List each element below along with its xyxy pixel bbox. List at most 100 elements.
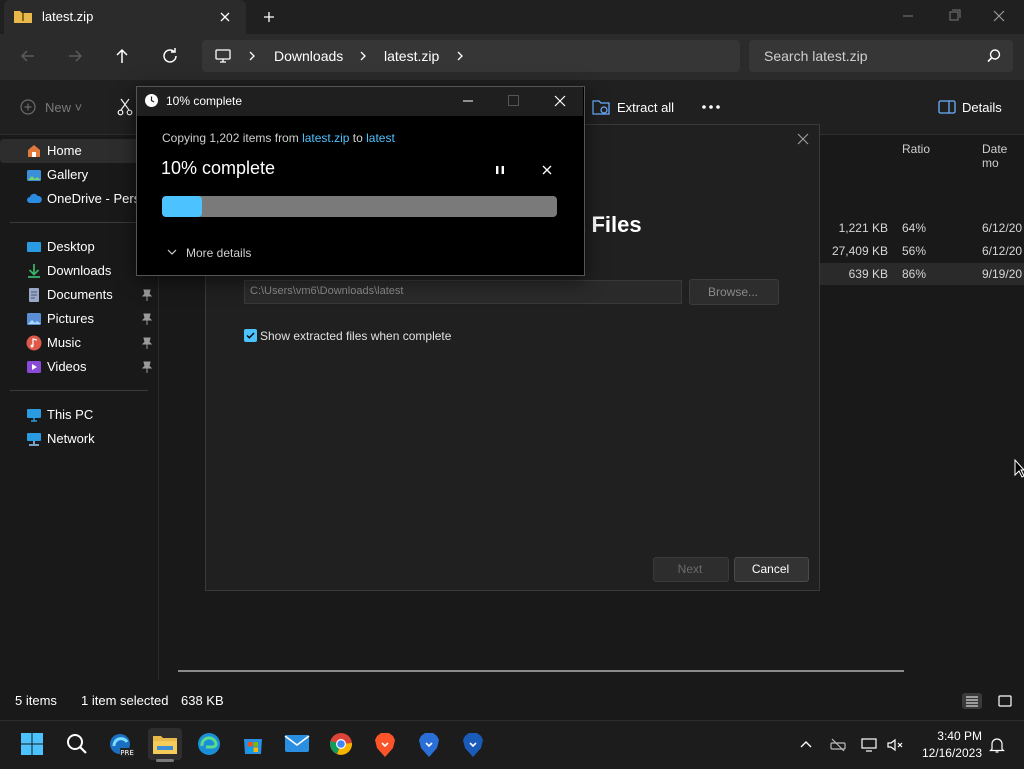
- chrome-icon[interactable]: [324, 728, 358, 760]
- new-button[interactable]: New ˅: [45, 100, 82, 115]
- column-header-date[interactable]: Date mo: [982, 142, 1024, 170]
- source-link[interactable]: latest.zip: [302, 131, 349, 145]
- zip-folder-icon: [14, 9, 32, 23]
- horizontal-scrollbar[interactable]: [178, 670, 904, 672]
- sidebar-label: Network: [47, 431, 95, 446]
- close-window-icon[interactable]: [989, 6, 1009, 26]
- more-options-icon[interactable]: [700, 102, 722, 112]
- large-icons-view-icon[interactable]: [996, 693, 1014, 709]
- file-explorer-icon[interactable]: [148, 728, 182, 760]
- restore-icon[interactable]: [944, 6, 964, 26]
- home-icon: [26, 143, 42, 159]
- back-icon[interactable]: [16, 44, 40, 68]
- search-icon[interactable]: [986, 48, 1002, 64]
- svg-text:PRE: PRE: [120, 749, 134, 757]
- store-icon[interactable]: [236, 728, 270, 760]
- show-files-label[interactable]: Show extracted files when complete: [260, 329, 451, 343]
- edge-icon[interactable]: [192, 728, 226, 760]
- sidebar-item-onedrive[interactable]: OneDrive - Perso: [0, 187, 156, 211]
- active-app-indicator: [156, 759, 174, 762]
- table-row-selected[interactable]: 639 KB 86% 9/19/20: [820, 263, 1024, 285]
- cancel-copy-icon[interactable]: [541, 164, 553, 176]
- progress-close-icon[interactable]: [553, 94, 567, 108]
- details-button[interactable]: Details: [962, 100, 1002, 115]
- sidebar-item-videos[interactable]: Videos: [0, 355, 156, 379]
- up-icon[interactable]: [110, 44, 134, 68]
- start-button[interactable]: [15, 728, 49, 760]
- progress-bar-fill: [162, 196, 202, 217]
- copy-mid: to: [349, 131, 367, 145]
- destination-link[interactable]: latest: [366, 131, 395, 145]
- chevron-up-icon[interactable]: [797, 736, 815, 754]
- sidebar-divider: [10, 222, 148, 223]
- tab-title: latest.zip: [42, 9, 94, 24]
- plus-circle-icon: [20, 99, 36, 115]
- sidebar-item-network[interactable]: Network: [0, 427, 156, 451]
- pause-icon[interactable]: [493, 163, 507, 177]
- sidebar-item-documents[interactable]: Documents: [0, 283, 156, 307]
- forward-icon[interactable]: [63, 44, 87, 68]
- sidebar-label: Pictures: [47, 311, 94, 326]
- clock-date[interactable]: 12/16/2023: [912, 746, 982, 760]
- edge-preview-icon[interactable]: PRE: [104, 728, 138, 760]
- brave-icon[interactable]: [368, 728, 402, 760]
- cell-date: 6/12/20: [982, 221, 1023, 235]
- destination-path-value: C:\Users\vm6\Downloads\latest: [250, 285, 404, 297]
- clock-time[interactable]: 3:40 PM: [930, 729, 982, 743]
- brave-nightly-icon[interactable]: [456, 728, 490, 760]
- search-icon[interactable]: [60, 728, 94, 760]
- pictures-icon: [26, 311, 42, 327]
- brave-beta-icon[interactable]: [412, 728, 446, 760]
- pin-icon[interactable]: [142, 337, 152, 349]
- close-tab-icon[interactable]: [216, 8, 234, 26]
- refresh-icon[interactable]: [158, 44, 182, 68]
- mouse-cursor-icon: [1014, 459, 1024, 479]
- column-header-ratio[interactable]: Ratio: [902, 142, 930, 156]
- more-details-toggle[interactable]: More details: [186, 246, 251, 260]
- table-row[interactable]: 1,221 KB 64% 6/12/20: [820, 217, 1024, 239]
- details-view-icon[interactable]: [962, 693, 982, 709]
- sidebar-label: Downloads: [47, 263, 112, 278]
- details-pane-icon: [938, 100, 956, 114]
- sidebar-item-downloads[interactable]: Downloads: [0, 259, 156, 283]
- sidebar-item-pictures[interactable]: Pictures: [0, 307, 156, 331]
- volume-muted-icon[interactable]: [886, 736, 904, 754]
- mail-icon[interactable]: [280, 728, 314, 760]
- table-row[interactable]: 27,409 KB 56% 6/12/20: [820, 240, 1024, 262]
- sidebar-label: Videos: [47, 359, 87, 374]
- progress-minimize-icon[interactable]: [461, 95, 475, 107]
- download-icon: [26, 263, 42, 279]
- sidebar-item-gallery[interactable]: Gallery: [0, 163, 156, 187]
- chevron-right-icon[interactable]: [358, 50, 368, 62]
- chevron-down-icon[interactable]: [167, 248, 177, 256]
- minimize-icon[interactable]: [898, 6, 918, 26]
- cloud-icon: [26, 191, 42, 207]
- pin-icon[interactable]: [142, 313, 152, 325]
- show-files-checkbox[interactable]: [244, 329, 257, 342]
- wizard-close-icon[interactable]: [796, 132, 810, 146]
- notification-bell-icon[interactable]: [988, 736, 1006, 754]
- sidebar-item-desktop[interactable]: Desktop: [0, 235, 156, 259]
- drive-icon[interactable]: [829, 736, 847, 754]
- cell-ratio: 56%: [902, 244, 927, 258]
- cell-ratio: 86%: [902, 267, 927, 281]
- tab-latest-zip[interactable]: [4, 0, 246, 34]
- sidebar-divider: [10, 390, 148, 391]
- cut-icon[interactable]: [116, 98, 134, 116]
- network-status-icon[interactable]: [860, 736, 878, 754]
- sidebar-item-music[interactable]: Music: [0, 331, 156, 355]
- cell-size: 1,221 KB: [838, 221, 888, 235]
- sidebar-item-this-pc[interactable]: This PC: [0, 403, 156, 427]
- pin-icon[interactable]: [142, 289, 152, 301]
- breadcrumb-latest-zip[interactable]: latest.zip: [384, 48, 439, 64]
- sidebar-item-home[interactable]: Home: [0, 139, 156, 163]
- breadcrumb-downloads[interactable]: Downloads: [274, 48, 343, 64]
- chevron-right-icon[interactable]: [455, 50, 465, 62]
- selection-count: 1 item selected: [81, 693, 169, 708]
- progress-bar: [162, 196, 557, 217]
- pin-icon[interactable]: [142, 361, 152, 373]
- browse-button-label: Browse...: [707, 285, 758, 299]
- chevron-right-icon[interactable]: [247, 50, 257, 62]
- extract-all-button[interactable]: Extract all: [617, 100, 674, 115]
- new-tab-button[interactable]: [260, 8, 278, 26]
